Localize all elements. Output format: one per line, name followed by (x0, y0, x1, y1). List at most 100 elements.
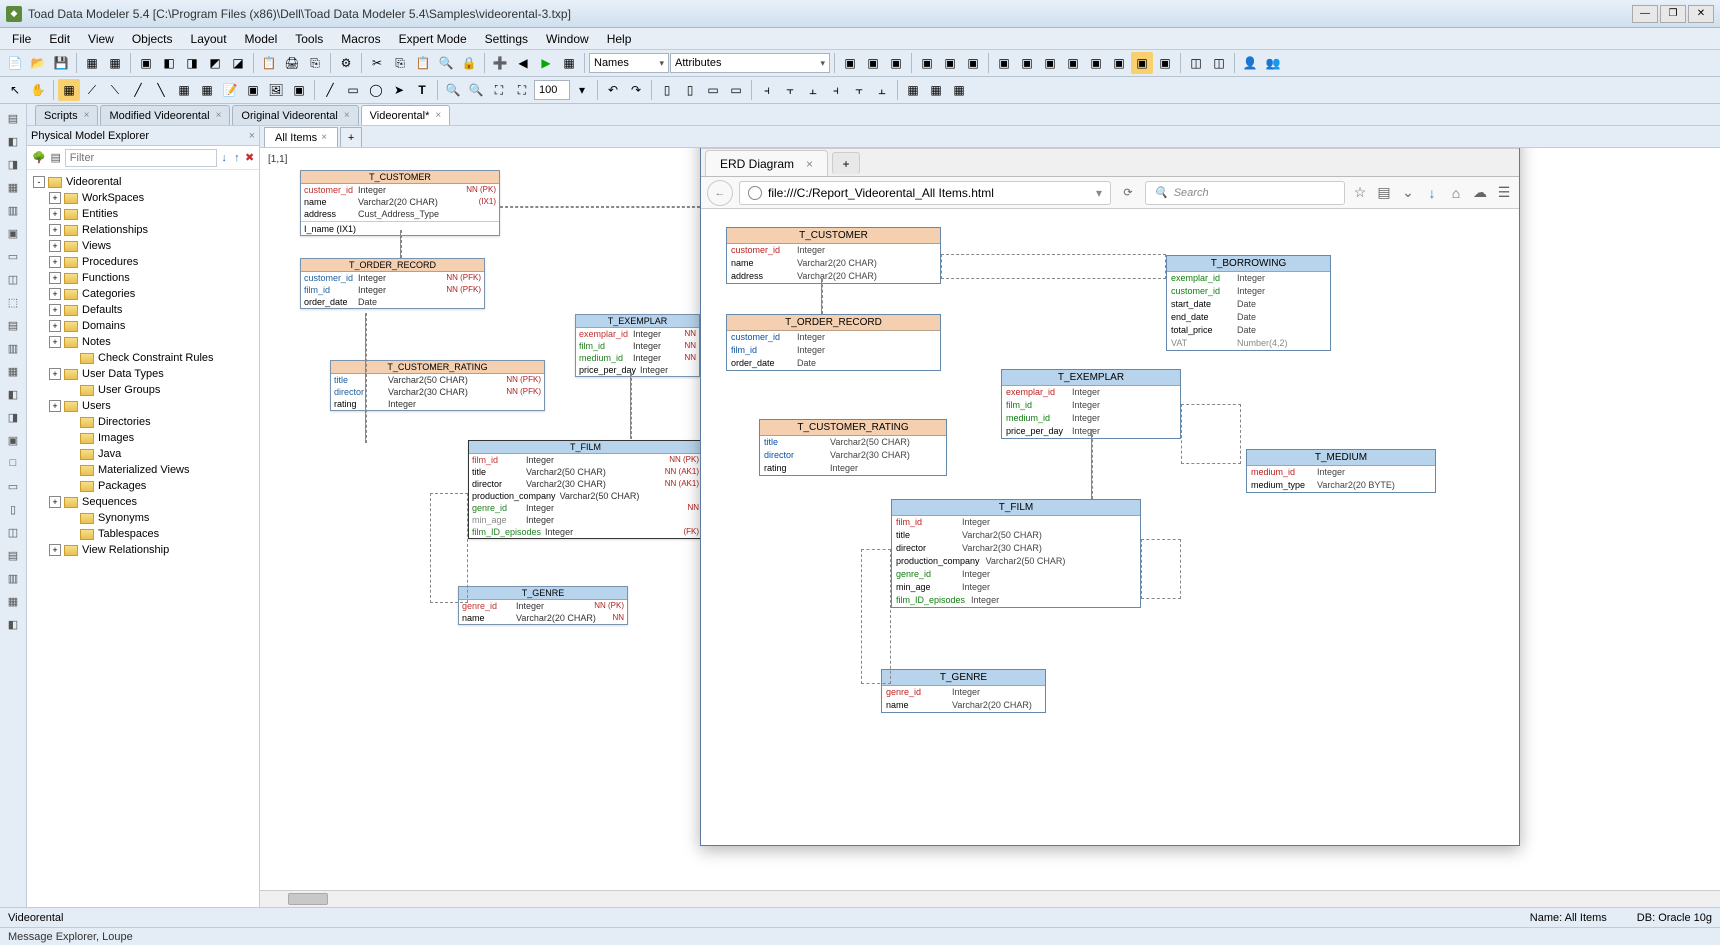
g9-icon[interactable]: ▣ (1039, 52, 1061, 74)
expand-icon[interactable]: + (49, 368, 61, 380)
b-entity-borrowing[interactable]: T_BORROWING exemplar_idInteger customer_… (1166, 255, 1331, 351)
g11-icon[interactable]: ▣ (1085, 52, 1107, 74)
vs16-icon[interactable]: □ (3, 453, 23, 473)
expand-icon[interactable] (65, 416, 77, 428)
new-icon[interactable]: 📄 (4, 52, 26, 74)
a3-icon[interactable]: ▭ (702, 79, 724, 101)
tree-node[interactable]: Materialized Views (29, 462, 257, 478)
chat-icon[interactable]: ☁ (1471, 184, 1489, 201)
menu-expert-mode[interactable]: Expert Mode (391, 30, 475, 48)
canvas-scrollbar[interactable] (260, 890, 1720, 907)
g13-icon[interactable]: ▣ (1131, 52, 1153, 74)
arrow-icon[interactable]: ➤ (388, 79, 410, 101)
b-entity-medium[interactable]: T_MEDIUM medium_idInteger medium_typeVar… (1246, 449, 1436, 493)
table-icon[interactable]: ▦ (81, 52, 103, 74)
tree-node[interactable]: Synonyms (29, 510, 257, 526)
pointer-icon[interactable]: ↖ (4, 79, 26, 101)
vs8-icon[interactable]: ◫ (3, 269, 23, 289)
close-button[interactable]: ✕ (1688, 5, 1714, 23)
menu-file[interactable]: File (4, 30, 39, 48)
url-input[interactable]: file:///C:/Report_Videorental_All Items.… (739, 181, 1111, 205)
rect-icon[interactable]: ▭ (342, 79, 364, 101)
close-icon[interactable]: × (321, 132, 327, 143)
tree-node[interactable]: +Views (29, 238, 257, 254)
tree-node[interactable]: +Domains (29, 318, 257, 334)
minimize-button[interactable]: — (1632, 5, 1658, 23)
a1-icon[interactable]: ▯ (656, 79, 678, 101)
list-icon[interactable]: ▤ (1375, 184, 1393, 201)
tab-original[interactable]: Original Videorental× (232, 105, 358, 125)
table2-icon[interactable]: ▦ (104, 52, 126, 74)
download-icon[interactable]: ↓ (1423, 185, 1441, 201)
expand-icon[interactable]: + (49, 224, 61, 236)
br-back-icon[interactable]: ← (707, 180, 733, 206)
tree-node[interactable]: -Videorental (29, 174, 257, 190)
a4-icon[interactable]: ▭ (725, 79, 747, 101)
tree-node[interactable]: +Sequences (29, 494, 257, 510)
entity-film[interactable]: T_FILM film_idIntegerNN (PK) titleVarcha… (468, 440, 703, 539)
reload-icon[interactable]: ⟳ (1117, 186, 1139, 199)
filter-input[interactable] (65, 149, 217, 167)
g7-icon[interactable]: ▣ (993, 52, 1015, 74)
vs4-icon[interactable]: ▦ (3, 177, 23, 197)
expand-icon[interactable]: + (49, 256, 61, 268)
br-tab-erd[interactable]: ERD Diagram× (705, 150, 828, 176)
star-icon[interactable]: ☆ (1351, 184, 1369, 201)
b-entity-genre[interactable]: T_GENRE genre_idInteger nameVarchar2(20 … (881, 669, 1046, 713)
expand-icon[interactable]: + (49, 240, 61, 252)
view-icon[interactable]: ▦ (173, 79, 195, 101)
maximize-button[interactable]: ❐ (1660, 5, 1686, 23)
tool3-icon[interactable]: ◨ (181, 52, 203, 74)
entity-customer[interactable]: T_CUSTOMER customer_idIntegerNN (PK) nam… (300, 170, 500, 236)
vs7-icon[interactable]: ▭ (3, 246, 23, 266)
vs9-icon[interactable]: ⬚ (3, 292, 23, 312)
tool-icon[interactable]: ▣ (135, 52, 157, 74)
g16-icon[interactable]: ◫ (1208, 52, 1230, 74)
tab-videorental[interactable]: Videorental*× (361, 105, 451, 125)
tree-node[interactable]: Images (29, 430, 257, 446)
hand-icon[interactable]: ✋ (27, 79, 49, 101)
tab-scripts[interactable]: Scripts× (35, 105, 98, 125)
tree-node[interactable]: +Notes (29, 334, 257, 350)
entity-genre[interactable]: T_GENRE genre_idIntegerNN (PK) nameVarch… (458, 586, 628, 625)
vs19-icon[interactable]: ◫ (3, 522, 23, 542)
menu-edit[interactable]: Edit (41, 30, 78, 48)
tree-node[interactable]: +Categories (29, 286, 257, 302)
expand-icon[interactable] (65, 384, 77, 396)
g6-icon[interactable]: ▣ (962, 52, 984, 74)
names-dropdown[interactable]: Names (589, 53, 669, 73)
menu-view[interactable]: View (80, 30, 122, 48)
g12-icon[interactable]: ▣ (1108, 52, 1130, 74)
save-icon[interactable]: 💾 (50, 52, 72, 74)
vs20-icon[interactable]: ▤ (3, 545, 23, 565)
lock-icon[interactable]: 🔒 (458, 52, 480, 74)
b-entity-rating[interactable]: T_CUSTOMER_RATING titleVarchar2(50 CHAR)… (759, 419, 947, 476)
zoom-list-icon[interactable]: ▾ (571, 79, 593, 101)
copy-icon[interactable]: ⎘ (389, 52, 411, 74)
vs10-icon[interactable]: ▤ (3, 315, 23, 335)
tool4-icon[interactable]: ◩ (204, 52, 226, 74)
tree-node[interactable]: +User Data Types (29, 366, 257, 382)
b-entity-customer[interactable]: T_CUSTOMER customer_idInteger nameVarcha… (726, 227, 941, 284)
delete-icon[interactable]: ✖ (244, 150, 255, 166)
vs11-icon[interactable]: ▥ (3, 338, 23, 358)
open-icon[interactable]: 📂 (27, 52, 49, 74)
tree-node[interactable]: Tablespaces (29, 526, 257, 542)
menu-window[interactable]: Window (538, 30, 597, 48)
zoom-input[interactable] (534, 80, 570, 100)
grid-icon[interactable]: ▦ (558, 52, 580, 74)
g1-icon[interactable]: ▣ (839, 52, 861, 74)
expand-icon[interactable]: + (49, 304, 61, 316)
expand-icon[interactable]: + (49, 288, 61, 300)
tree[interactable]: -Videorental+WorkSpaces+Entities+Relatio… (27, 170, 259, 907)
table-add-icon[interactable]: ▦ (58, 79, 80, 101)
tree-node[interactable]: +View Relationship (29, 542, 257, 558)
b-entity-exemplar[interactable]: T_EXEMPLAR exemplar_idInteger film_idInt… (1001, 369, 1181, 439)
expand-icon[interactable] (65, 464, 77, 476)
expand-icon[interactable] (65, 448, 77, 460)
export-icon[interactable]: ⎘ (304, 52, 326, 74)
tree-node[interactable]: +Defaults (29, 302, 257, 318)
tree-node[interactable]: +Procedures (29, 254, 257, 270)
expand-icon[interactable]: + (49, 400, 61, 412)
zoomin-icon[interactable]: 🔍 (442, 79, 464, 101)
